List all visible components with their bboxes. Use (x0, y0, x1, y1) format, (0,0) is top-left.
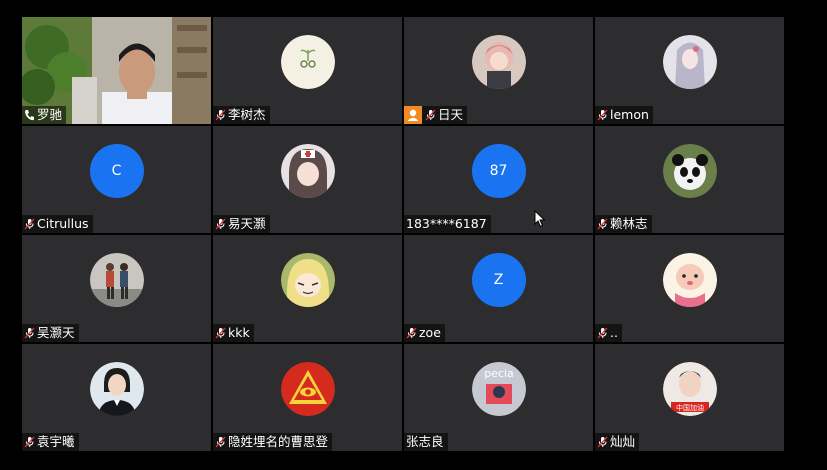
participant-name: 袁宇曦 (37, 434, 75, 449)
participant-name-tag: Citrullus (22, 215, 93, 233)
participant-name-tag: 隐姓埋名的曹思登 (213, 433, 333, 451)
participant-tile[interactable]: lemon (595, 17, 784, 124)
mute-icon (215, 218, 226, 230)
mute-icon (215, 109, 226, 121)
host-badge (404, 106, 422, 124)
participant-name-tag: 日天 (404, 106, 468, 124)
participant-tile[interactable]: 赖林志 (595, 126, 784, 233)
two-people-avatar (89, 253, 144, 307)
participant-name: 吴灏天 (37, 325, 75, 340)
letter-avatar: C (89, 144, 144, 198)
mute-icon (215, 327, 226, 339)
participant-name: kkk (228, 325, 250, 340)
participant-name: lemon (610, 107, 649, 122)
participant-name-tag: 李树杰 (213, 106, 270, 124)
participant-name: zoe (419, 325, 441, 340)
anime-nurse-avatar (280, 144, 335, 198)
participant-tile[interactable]: 李树杰 (213, 17, 402, 124)
mute-icon (215, 436, 226, 448)
mute-icon (597, 327, 608, 339)
anime-blonde-avatar (280, 253, 335, 307)
participant-tile[interactable]: pecia 张志良 (404, 344, 593, 451)
participant-tile[interactable]: kkk (213, 235, 402, 342)
participant-name-tag: 灿灿 (595, 433, 640, 451)
participant-name: 易天灏 (228, 216, 266, 231)
anime-girl-avatar (471, 35, 526, 89)
participant-name-tag: lemon (595, 106, 653, 124)
avatar-letter: Z (493, 272, 504, 288)
portrait-avatar (89, 362, 144, 416)
participant-name: 隐姓埋名的曹思登 (228, 434, 329, 449)
mute-icon (24, 436, 35, 448)
mute-icon (597, 109, 608, 121)
mouse-cursor-icon (534, 209, 546, 228)
avatar-letter: 87 (489, 163, 508, 179)
cartoon-baby-avatar (662, 253, 717, 307)
participant-name-tag: 罗驰 (22, 106, 67, 124)
participant-name-tag: .. (595, 324, 622, 342)
participant-tile[interactable]: 易天灏 (213, 126, 402, 233)
participant-name: 灿灿 (610, 434, 636, 449)
participant-name: Citrullus (37, 216, 89, 231)
special-text-avatar: pecia (471, 362, 526, 416)
phone-icon (24, 109, 35, 121)
mute-icon (24, 218, 35, 230)
participant-name-tag: 易天灏 (213, 215, 270, 233)
participant-name-tag: zoe (404, 324, 445, 342)
participant-name: 183****6187 (406, 216, 487, 231)
anime-silver-hair-avatar (662, 35, 717, 89)
mute-icon (425, 109, 436, 121)
participant-name-tag: 吴灏天 (22, 324, 79, 342)
participant-name-tag: 张志良 (404, 433, 448, 451)
plant-doodle-avatar (280, 35, 335, 89)
participant-tile[interactable]: 罗驰 (22, 17, 211, 124)
mute-icon (597, 218, 608, 230)
participant-tile[interactable]: 吴灏天 (22, 235, 211, 342)
participant-tile[interactable]: 袁宇曦 (22, 344, 211, 451)
video-grid: 罗驰 李树杰 日天 lemon C Citrullus 易天灏 87 183**… (22, 17, 788, 451)
avatar-letter: C (111, 163, 122, 179)
participant-tile[interactable]: 中国加油 灿灿 (595, 344, 784, 451)
participant-tile[interactable]: .. (595, 235, 784, 342)
participant-tile[interactable]: C Citrullus (22, 126, 211, 233)
participant-tile[interactable]: Z zoe (404, 235, 593, 342)
participant-name: 李树杰 (228, 107, 266, 122)
participant-name: 罗驰 (37, 107, 63, 122)
letter-avatar: Z (471, 253, 526, 307)
letter-avatar: 87 (471, 144, 526, 198)
participant-tile[interactable]: 日天 (404, 17, 593, 124)
participant-name-tag: 183****6187 (404, 215, 491, 233)
participant-name: 张志良 (406, 434, 444, 449)
mute-icon (24, 327, 35, 339)
panda-avatar (662, 144, 717, 198)
participant-name: .. (610, 325, 618, 340)
participant-name: 日天 (438, 107, 464, 122)
mute-icon (406, 327, 417, 339)
eye-pyramid-avatar (280, 362, 335, 416)
mute-icon (597, 436, 608, 448)
participant-name: 赖林志 (610, 216, 648, 231)
participant-name-tag: kkk (213, 324, 254, 342)
participant-tile[interactable]: 隐姓埋名的曹思登 (213, 344, 402, 451)
avatar-text: pecia (484, 367, 514, 380)
participant-name-tag: 袁宇曦 (22, 433, 79, 451)
participant-name-tag: 赖林志 (595, 215, 652, 233)
avatar-text: 中国加油 (676, 403, 704, 412)
participant-tile[interactable]: 87 183****6187 (404, 126, 593, 233)
china-cheer-avatar: 中国加油 (662, 362, 717, 416)
